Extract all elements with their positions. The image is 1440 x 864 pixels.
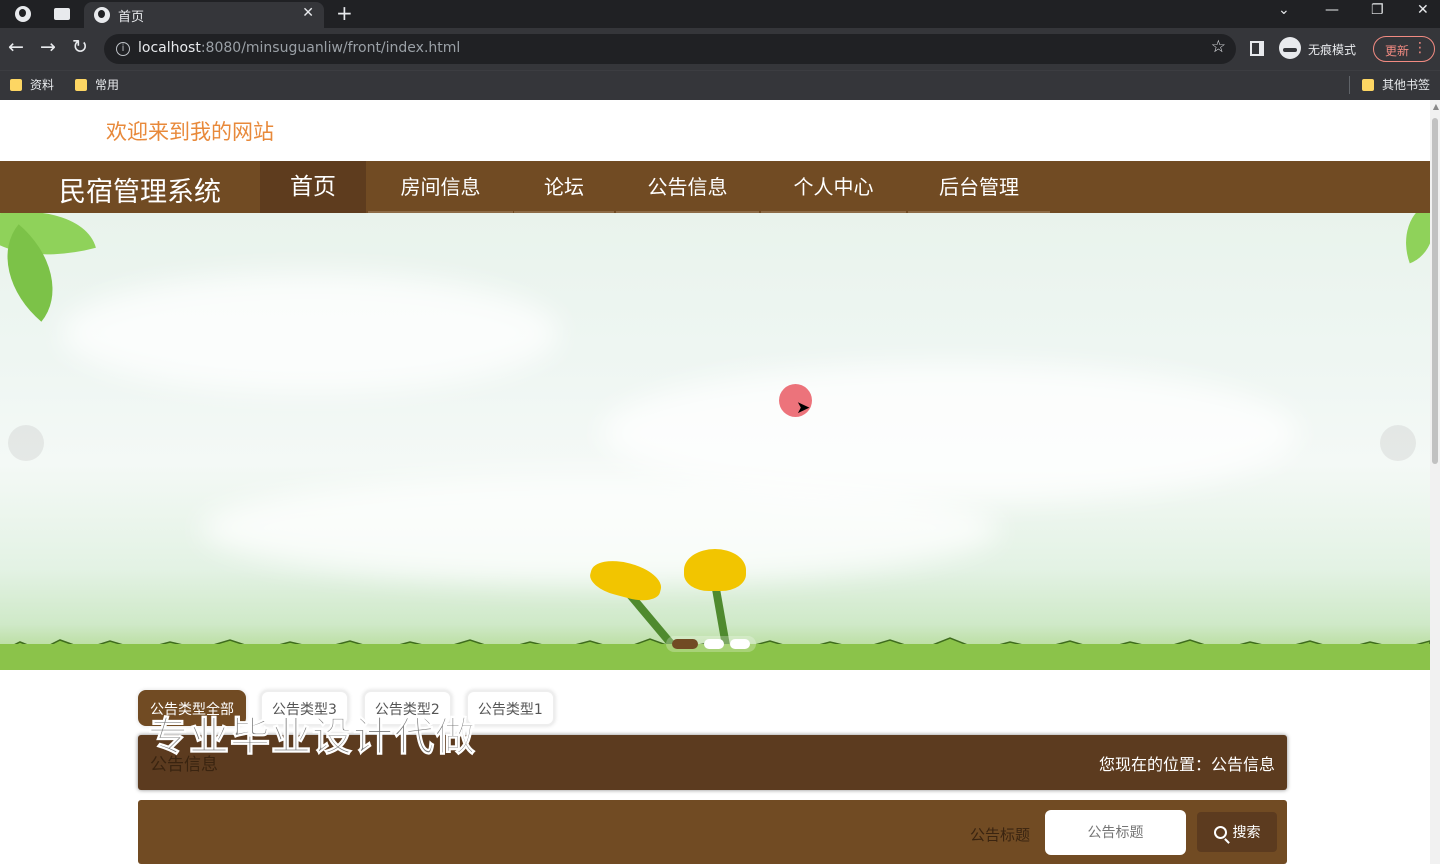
nav-rooms[interactable]: 房间信息	[368, 161, 513, 213]
search-button[interactable]: 搜索	[1197, 812, 1277, 852]
carousel-dot-3[interactable]	[730, 639, 750, 649]
tab-list-chevron-icon[interactable]: ⌄	[1278, 2, 1290, 18]
browser-titlebar: 首页 ✕ + ⌄ — ❐ ✕	[0, 0, 1440, 28]
carousel-indicators	[666, 636, 756, 652]
carousel-banner[interactable]: ➤	[0, 213, 1430, 670]
url-text: localhost:8080/minsuguanliw/front/index.…	[138, 40, 461, 56]
side-panel-icon[interactable]	[1250, 41, 1264, 56]
search-icon	[1213, 825, 1227, 839]
search-input[interactable]	[1045, 810, 1186, 855]
browser-profile-icon[interactable]	[15, 6, 31, 22]
banner-cloud	[60, 273, 560, 393]
type-tab-1[interactable]: 公告类型1	[465, 690, 555, 726]
back-arrow-icon[interactable]: ←	[8, 36, 24, 58]
nav-personal-center[interactable]: 个人中心	[761, 161, 906, 213]
carousel-dot-1[interactable]	[672, 639, 698, 649]
banner-leaf	[1392, 213, 1430, 264]
bookmarks-separator	[1349, 76, 1350, 94]
tab-favicon-globe-icon	[94, 7, 110, 23]
nav-notices[interactable]: 公告信息	[616, 161, 759, 213]
scrollbar-thumb[interactable]	[1432, 118, 1438, 464]
browser-toolbar: ← → ↻ i localhost:8080/minsuguanliw/fron…	[0, 28, 1440, 70]
site-brand: 民宿管理系统	[59, 177, 221, 208]
nav-admin[interactable]: 后台管理	[908, 161, 1050, 213]
tab-close-icon[interactable]: ✕	[302, 5, 314, 21]
carousel-dot-2[interactable]	[704, 639, 724, 649]
tab-title: 首页	[118, 10, 145, 25]
watermark-text: 专业毕业设计代做	[148, 714, 476, 761]
nav-forum[interactable]: 论坛	[514, 161, 614, 213]
close-window-icon[interactable]: ✕	[1417, 2, 1429, 18]
mouse-cursor-icon: ➤	[796, 398, 811, 418]
site-info-icon[interactable]: i	[116, 42, 130, 56]
bookmarks-bar: 资料 常用 其他书签	[0, 70, 1440, 100]
bookmark-folder-other[interactable]: 其他书签	[1362, 76, 1430, 93]
minimize-icon[interactable]: —	[1325, 2, 1339, 18]
nav-home[interactable]: 首页	[260, 161, 366, 213]
folder-icon	[10, 78, 22, 91]
folder-icon	[1362, 78, 1374, 91]
carousel-next-button[interactable]	[1380, 425, 1416, 461]
forward-arrow-icon[interactable]: →	[40, 36, 56, 58]
search-label: 公告标题	[970, 826, 1031, 844]
incognito-label: 无痕模式	[1308, 43, 1357, 57]
folder-icon	[75, 78, 87, 91]
new-tab-plus-icon[interactable]: +	[336, 1, 353, 25]
main-navbar: 民宿管理系统 首页 房间信息 论坛 公告信息 个人中心 后台管理	[0, 161, 1430, 213]
page-viewport: 欢迎来到我的网站 民宿管理系统 首页 房间信息 论坛 公告信息 个人中心 后台管…	[0, 100, 1440, 864]
scroll-up-icon[interactable]: ▲	[1433, 102, 1439, 111]
address-bar[interactable]: i localhost:8080/minsuguanliw/front/inde…	[104, 34, 1236, 64]
welcome-text: 欢迎来到我的网站	[106, 120, 274, 144]
update-button[interactable]: 更新	[1373, 36, 1435, 62]
breadcrumb-location: 您现在的位置：公告信息	[1098, 755, 1275, 774]
tab-search-icon[interactable]	[54, 8, 70, 20]
bookmark-folder-ziliao[interactable]: 资料	[10, 76, 54, 93]
search-bar: 公告标题 搜索	[138, 800, 1287, 864]
page-scrollbar[interactable]: ▲	[1430, 100, 1440, 864]
bookmark-star-icon[interactable]: ☆	[1211, 37, 1226, 57]
bookmark-folder-changyong[interactable]: 常用	[75, 76, 119, 93]
reload-icon[interactable]: ↻	[72, 36, 88, 58]
carousel-prev-button[interactable]	[8, 425, 44, 461]
incognito-icon[interactable]	[1279, 37, 1301, 59]
flower-yellow	[684, 549, 746, 591]
browser-tab-active[interactable]: 首页 ✕	[84, 2, 324, 28]
restore-icon[interactable]: ❐	[1371, 2, 1384, 18]
